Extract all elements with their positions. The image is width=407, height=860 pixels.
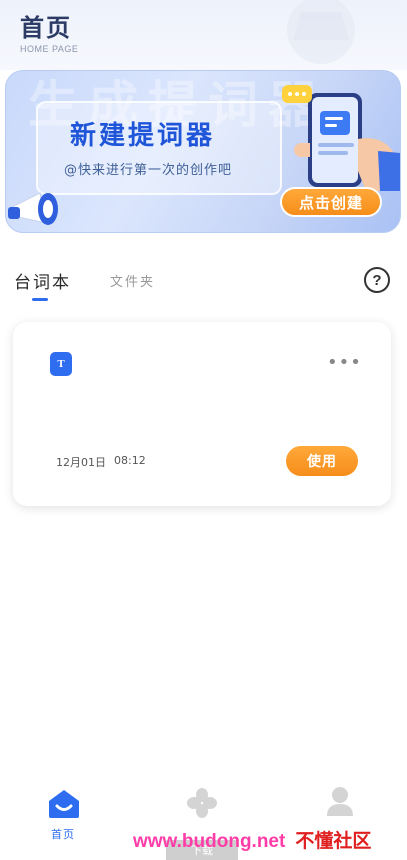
banner-subtitle: @快来进行第一次的创作吧: [64, 163, 233, 178]
use-button[interactable]: 使用: [286, 446, 358, 476]
active-tab-indicator: [32, 298, 48, 301]
click-to-create-button[interactable]: 点击创建: [280, 187, 382, 217]
create-teleprompter-banner[interactable]: 生成提词器 新建提词器 @快来进行第一次的创作吧 点击创建: [5, 70, 401, 233]
watermark-name: 不懂社区: [295, 831, 372, 852]
banner-title: 新建提词器: [70, 121, 216, 151]
header: 首页 HOME PAGE: [0, 0, 407, 70]
megaphone-icon: [8, 192, 58, 225]
tab-bar: 台词本 文件夹 ?: [0, 262, 407, 306]
tab-folders[interactable]: 文件夹: [110, 271, 155, 290]
help-icon[interactable]: ?: [364, 267, 390, 293]
home-icon[interactable]: [48, 788, 80, 818]
watermark-url: www.budong.net: [133, 831, 286, 852]
more-options-icon[interactable]: •••: [327, 354, 362, 372]
document-icon: T: [50, 352, 72, 376]
script-time: 08:12: [114, 454, 146, 467]
user-icon[interactable]: [326, 786, 354, 818]
tab-scripts[interactable]: 台词本: [14, 268, 71, 293]
script-date: 12月01日: [56, 456, 106, 469]
phone-hand-icon: [282, 85, 400, 191]
page-title: 首页: [20, 14, 72, 42]
page-subtitle: HOME PAGE: [20, 44, 79, 54]
script-card[interactable]: T ••• 12月01日 08:12 使用: [13, 322, 391, 506]
watermark: www.budong.net 不懂社区: [133, 826, 371, 853]
apps-icon[interactable]: [187, 788, 217, 818]
nav-home-label[interactable]: 首页: [51, 826, 75, 842]
decorative-badge-icon: [287, 0, 355, 64]
